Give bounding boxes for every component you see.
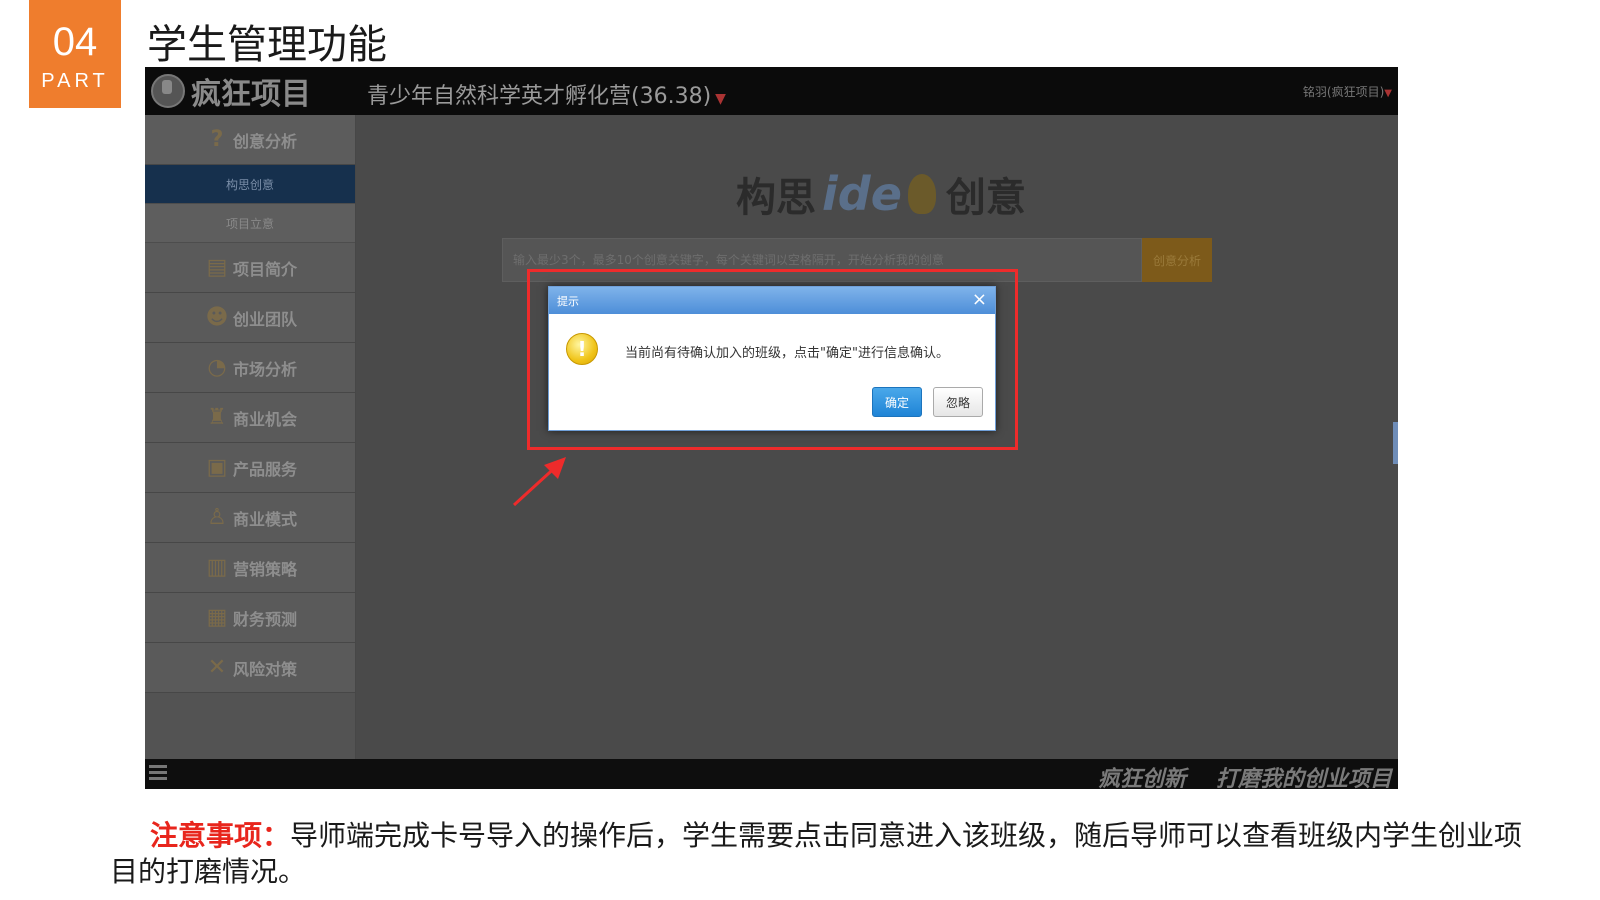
- ignore-button[interactable]: 忽略: [933, 387, 983, 417]
- trophy-icon: ♜: [207, 405, 227, 430]
- sidebar-item-product[interactable]: ▣ 产品服务: [145, 443, 355, 493]
- slide-title: 学生管理功能: [147, 22, 387, 68]
- people-icon: ♙: [207, 505, 227, 530]
- user-menu[interactable]: 铭羽(疯狂项目)▼: [1303, 83, 1392, 100]
- note-text: 导师端完成卡号导入的操作后，学生需要点击同意进入该班级，随后导师可以查看班级内学…: [110, 819, 1523, 888]
- bar-chart-icon: ▥: [206, 555, 228, 580]
- sidebar-item-label: 创意分析: [232, 131, 297, 151]
- sidebar-item-label: 商业机会: [232, 409, 297, 429]
- pointer-arrow-icon: [512, 457, 566, 507]
- brand-left-text: 构思: [736, 175, 816, 221]
- sidebar-item-project-intro[interactable]: ▤ 项目简介: [145, 243, 355, 293]
- document-icon: ▤: [206, 255, 228, 280]
- slogan-part-1: 疯狂创新: [1097, 767, 1186, 789]
- sidebar-item-risk[interactable]: ✕ 风险对策: [145, 643, 355, 693]
- question-bulb-icon: ?: [210, 127, 224, 152]
- pie-chart-icon: ◔: [207, 355, 227, 380]
- caret-down-icon: ▼: [715, 91, 726, 107]
- abacus-icon: ▦: [206, 605, 228, 630]
- slogan-part-2: 打磨我的创业项目: [1215, 767, 1392, 789]
- brand-right-text: 创意: [945, 175, 1026, 221]
- brand-idea-text: ide: [822, 167, 902, 221]
- sidebar-item-label: 商业模式: [232, 509, 297, 529]
- sidebar-item-finance[interactable]: ▦ 财务预测: [145, 593, 355, 643]
- logo-text: 疯狂项目: [191, 77, 311, 112]
- menu-icon[interactable]: [149, 765, 167, 783]
- cart-icon: ▣: [206, 455, 228, 480]
- dialog-title: 提示: [557, 295, 579, 308]
- team-icon: ☻: [205, 305, 229, 330]
- dialog-header: 提示 ×: [549, 287, 995, 314]
- sidebar-item-label: 营销策略: [232, 559, 297, 579]
- lightbulb-icon: [907, 174, 936, 214]
- sidebar: ? 创意分析 构思创意 项目立意 ▤ 项目简介 ☻ 创业团队 ◔ 市场分析 ♜ …: [145, 115, 356, 759]
- sidebar-subitem-label: 构思创意: [225, 177, 274, 192]
- sidebar-item-market[interactable]: ◔ 市场分析: [145, 343, 355, 393]
- sidebar-item-marketing[interactable]: ▥ 营销策略: [145, 543, 355, 593]
- footer-bar: 疯狂创新 打磨我的创业项目: [145, 759, 1398, 789]
- part-word: PART: [41, 70, 109, 92]
- note-paragraph: 注意事项：导师端完成卡号导入的操作后，学生需要点击同意进入该班级，随后导师可以查…: [110, 818, 1550, 890]
- sidebar-item-team[interactable]: ☻ 创业团队: [145, 293, 355, 343]
- warning-icon: !: [566, 333, 598, 365]
- app-logo[interactable]: 疯狂项目: [151, 73, 311, 112]
- footer-slogan: 疯狂创新 打磨我的创业项目: [1098, 761, 1392, 789]
- camp-name: 青少年自然科学英才孵化营(36.38): [367, 84, 712, 109]
- top-bar: 疯狂项目 青少年自然科学英才孵化营(36.38) ▼ 铭羽(疯狂项目)▼: [145, 67, 1398, 115]
- camp-selector[interactable]: 青少年自然科学英才孵化营(36.38) ▼: [367, 78, 726, 110]
- sidebar-item-label: 市场分析: [232, 359, 297, 379]
- close-icon[interactable]: ×: [972, 289, 987, 311]
- part-number: 04: [52, 20, 98, 64]
- sidebar-item-label: 财务预测: [232, 609, 297, 629]
- dialog-message: 当前尚有待确认加入的班级，点击"确定"进行信息确认。: [625, 346, 949, 361]
- caret-down-icon: ▼: [1384, 88, 1392, 99]
- user-name: 铭羽(疯狂项目): [1302, 85, 1385, 99]
- sidebar-item-label: 产品服务: [232, 459, 297, 479]
- sidebar-item-label: 项目简介: [232, 259, 297, 279]
- sidebar-item-label: 创业团队: [232, 309, 297, 329]
- sidebar-subitem-project-theme[interactable]: 项目立意: [145, 204, 355, 243]
- idea-analysis-button[interactable]: 创意分析: [1142, 238, 1212, 282]
- sidebar-group-idea-analysis[interactable]: ? 创意分析: [145, 115, 355, 165]
- part-badge: 04 PART: [29, 0, 121, 108]
- tools-icon: ✕: [207, 655, 227, 680]
- sidebar-subitem-label: 项目立意: [225, 216, 274, 231]
- logo-icon: [151, 74, 185, 108]
- brand-logo: 构思 ide 创意: [736, 165, 1026, 223]
- sidebar-item-label: 风险对策: [232, 659, 297, 679]
- sidebar-item-opportunity[interactable]: ♜ 商业机会: [145, 393, 355, 443]
- note-label: 注意事项：: [150, 819, 291, 852]
- sidebar-item-business-model[interactable]: ♙ 商业模式: [145, 493, 355, 543]
- sidebar-subitem-idea-conception[interactable]: 构思创意: [145, 165, 355, 204]
- confirm-dialog: 提示 × ! 当前尚有待确认加入的班级，点击"确定"进行信息确认。 确定 忽略: [548, 286, 996, 431]
- confirm-button[interactable]: 确定: [872, 387, 922, 417]
- scroll-handle[interactable]: [1393, 422, 1398, 464]
